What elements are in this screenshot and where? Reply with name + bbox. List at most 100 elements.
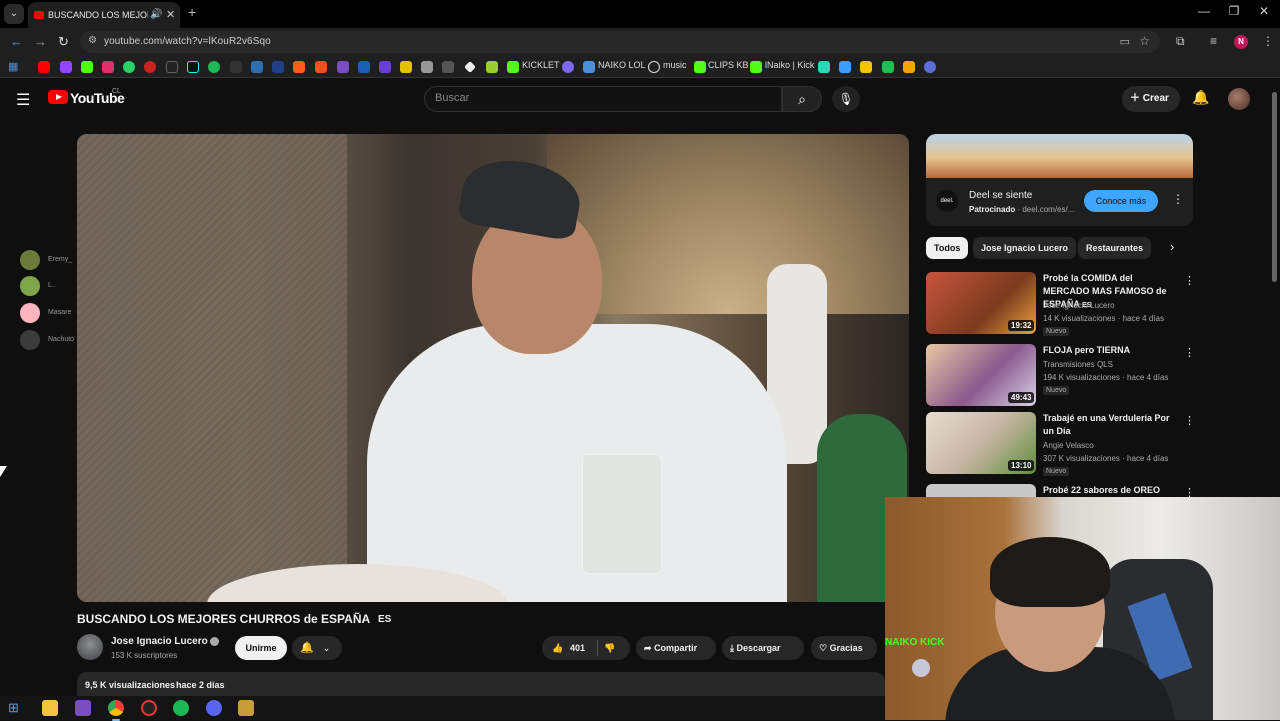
chip-todos[interactable]: Todos [926, 237, 969, 259]
create-button[interactable]: ＋ Crear [1122, 86, 1180, 112]
recommended-video[interactable]: 49:43 FLOJA pero TIERNA Transmisiones QL… [926, 344, 1195, 408]
ad-cta-button[interactable]: Conoce más [1084, 190, 1158, 212]
media-controls-icon[interactable]: ≡ [1210, 34, 1217, 48]
video-title[interactable]: Trabajé en una Verdulería Por un Día [1043, 412, 1179, 438]
tab-search-button[interactable]: ⌄ [4, 4, 24, 24]
account-avatar[interactable] [1228, 88, 1250, 110]
bookmark-icon[interactable] [272, 61, 284, 73]
bookmark-icon[interactable] [230, 61, 242, 73]
forward-arrow-icon[interactable]: → [34, 34, 47, 49]
bookmark-icon[interactable] [358, 61, 370, 73]
video-thumbnail[interactable] [926, 484, 1036, 498]
bookmark-icon[interactable] [562, 61, 574, 73]
like-count[interactable]: 401 [570, 636, 585, 660]
chevron-right-icon[interactable]: › [1170, 239, 1174, 254]
naiko-lol-bookmark-icon[interactable] [583, 61, 595, 73]
instagram-bookmark-icon[interactable] [102, 61, 114, 73]
bookmark-icon[interactable] [421, 61, 433, 73]
more-options-icon[interactable]: ⋮ [1184, 346, 1195, 359]
windows-start-icon[interactable]: ⊞ [8, 700, 24, 716]
music-bookmark-icon[interactable] [648, 61, 660, 73]
bookmark-icon[interactable] [379, 61, 391, 73]
subscription-bell-button[interactable]: 🔔 ⌄ [292, 636, 342, 660]
bookmark-label-naiko-kick[interactable]: lNaiko | Kick [765, 60, 814, 70]
video-player[interactable] [77, 134, 909, 602]
search-button[interactable]: ⌕ [782, 86, 822, 112]
profile-avatar[interactable]: N [1234, 35, 1248, 49]
back-arrow-icon[interactable]: ← [10, 34, 23, 49]
bookmark-label-music[interactable]: music [663, 60, 687, 70]
new-tab-button[interactable]: + [188, 4, 196, 20]
reload-icon[interactable]: ↻ [58, 34, 69, 50]
browser-tab-active[interactable]: BUSCANDO LOS MEJORES 🔊 ✕ [28, 2, 180, 28]
page-scrollbar[interactable] [1272, 92, 1277, 282]
bookmark-icon[interactable] [860, 61, 872, 73]
chip-restaurantes[interactable]: Restaurantes [1078, 237, 1152, 259]
bookmark-icon[interactable] [442, 61, 454, 73]
bookmark-icon[interactable] [400, 61, 412, 73]
share-button[interactable]: ➦ Compartir [636, 636, 716, 660]
more-options-icon[interactable]: ⋮ [1184, 274, 1195, 287]
youtube-logo-icon[interactable] [48, 90, 68, 104]
app-icon[interactable] [75, 700, 91, 716]
sponsored-ad-card[interactable]: deel. Deel se siente Patrocinado · deel.… [926, 134, 1193, 226]
bookmark-icon[interactable] [903, 61, 915, 73]
search-box[interactable] [424, 86, 782, 112]
youtube-bookmark-icon[interactable] [38, 61, 50, 73]
bookmark-label-clips-kb[interactable]: CLIPS KB [708, 60, 749, 70]
video-title[interactable]: FLOJA pero TIERNA [1043, 344, 1179, 357]
bookmark-icon[interactable] [464, 61, 476, 73]
video-title[interactable]: Probé 22 sabores de OREO [1043, 484, 1179, 497]
chip-channel[interactable]: Jose Ignacio Lucero [973, 237, 1077, 259]
site-info-icon[interactable]: ⚙ [88, 35, 97, 46]
x-twitter-bookmark-icon[interactable] [166, 61, 178, 73]
download-button[interactable]: ⤓ Descargar [722, 636, 804, 660]
league-of-legends-icon[interactable] [238, 700, 254, 716]
spotify-bookmark-icon[interactable] [208, 61, 220, 73]
thumbs-up-icon[interactable]: 👍 [552, 636, 563, 660]
channel-name[interactable]: Transmisiones QLS [1043, 360, 1113, 369]
channel-avatar[interactable] [77, 634, 103, 660]
kick-bookmark-icon[interactable] [750, 61, 762, 73]
recommended-video[interactable]: 19:32 Probé la COMIDA del MERCADO MAS FA… [926, 272, 1195, 336]
clips-bookmark-icon[interactable] [694, 61, 706, 73]
bookmark-icon[interactable] [486, 61, 498, 73]
recommended-video[interactable]: Probé 22 sabores de OREO ⋮ [926, 484, 1193, 498]
browser-menu-icon[interactable]: ⋮ [1262, 34, 1274, 48]
speaker-icon[interactable]: 🔊 [150, 2, 162, 28]
more-options-icon[interactable]: ⋮ [1172, 192, 1184, 206]
bookmark-icon[interactable] [144, 61, 156, 73]
bookmark-star-icon[interactable]: ☆ [1139, 34, 1150, 48]
app-icon[interactable] [141, 700, 157, 716]
thanks-button[interactable]: ♡ Gracias [811, 636, 877, 660]
cast-icon[interactable]: ▭ [1120, 35, 1130, 48]
bookmark-icon[interactable] [818, 61, 830, 73]
bookmark-icon[interactable] [924, 61, 936, 73]
channel-name[interactable]: Jose Ignacio Lucero [1043, 301, 1115, 310]
whatsapp-bookmark-icon[interactable] [123, 61, 135, 73]
url-text[interactable]: youtube.com/watch?v=lKouR2v6Sqo [104, 36, 271, 47]
bookmark-label-kicklet[interactable]: KICKLET [522, 60, 560, 70]
file-explorer-icon[interactable] [42, 700, 58, 716]
recommended-video[interactable]: 13:10 Trabajé en una Verdulería Por un D… [926, 412, 1195, 476]
bookmark-label-naiko-lol[interactable]: NAIKO LOL [598, 60, 646, 70]
ad-title[interactable]: Deel se siente [969, 190, 1032, 201]
url-omnibox[interactable]: ⚙ youtube.com/watch?v=lKouR2v6Sqo ▭ ☆ [80, 31, 1160, 53]
search-input[interactable] [435, 92, 755, 104]
channel-name[interactable]: Jose Ignacio Lucero [111, 636, 208, 647]
discord-icon[interactable] [206, 700, 222, 716]
tiktok-bookmark-icon[interactable] [187, 61, 199, 73]
bookmark-icon[interactable] [293, 61, 305, 73]
chrome-icon[interactable] [108, 700, 124, 721]
extensions-icon[interactable]: ⧉ [1176, 34, 1185, 49]
voice-search-button[interactable]: 🎙 [832, 86, 860, 112]
channel-name[interactable]: Angie Velasco [1043, 441, 1094, 450]
bookmark-icon[interactable] [251, 61, 263, 73]
twitch-bookmark-icon[interactable] [60, 61, 72, 73]
ad-banner-image[interactable] [926, 134, 1193, 178]
bookmark-icon[interactable] [337, 61, 349, 73]
spotify-icon[interactable] [173, 700, 189, 716]
hamburger-menu-icon[interactable]: ☰ [16, 90, 30, 110]
kicklet-bookmark-icon[interactable] [507, 61, 519, 73]
close-tab-icon[interactable]: ✕ [166, 2, 175, 28]
